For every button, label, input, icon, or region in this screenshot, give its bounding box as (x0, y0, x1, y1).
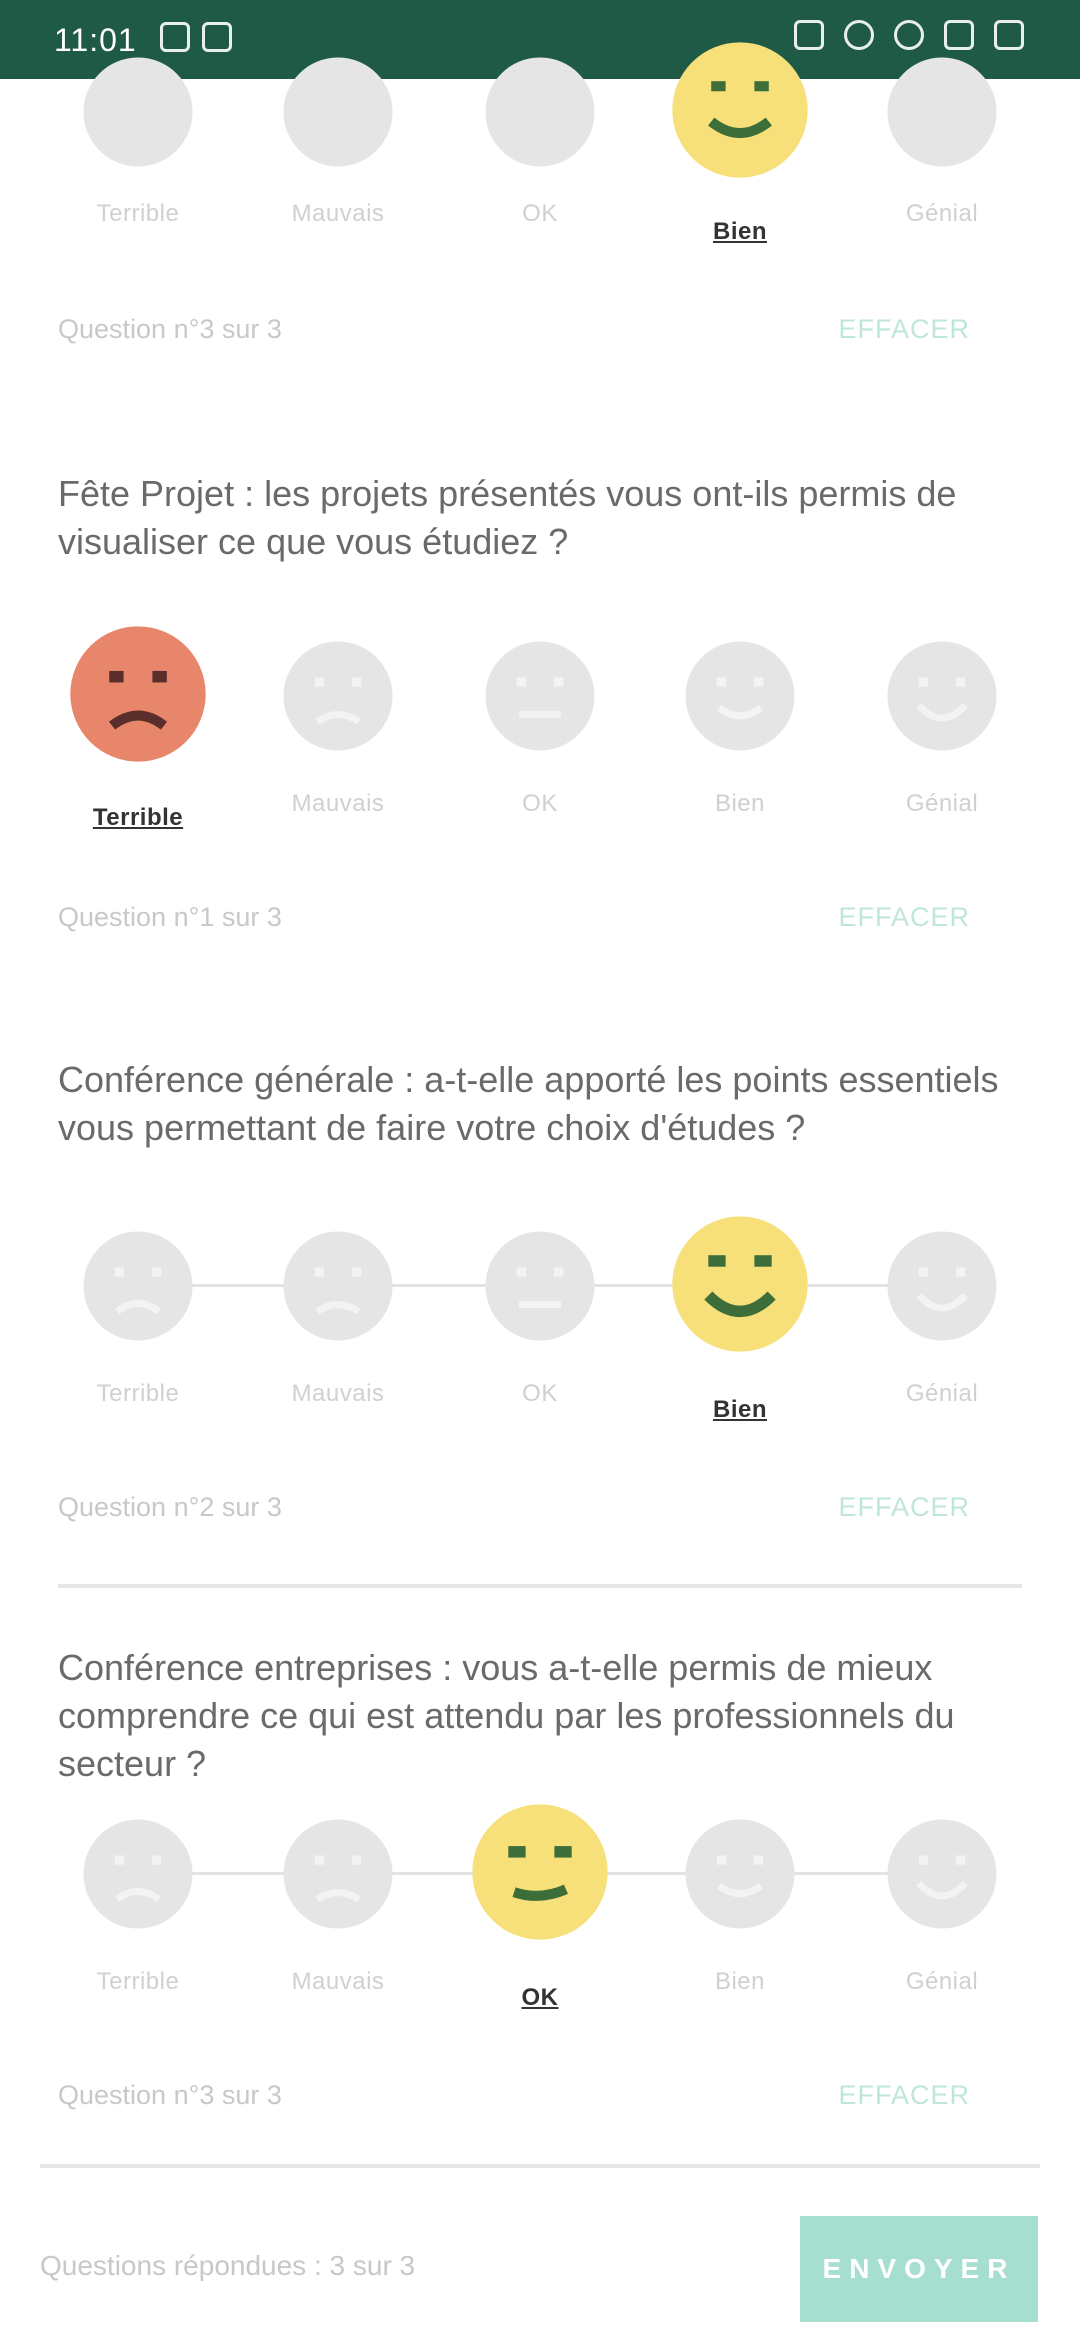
rating-option-genial[interactable] (884, 1228, 1000, 1344)
smile-face-icon (685, 641, 795, 751)
sad-face-icon (283, 1819, 393, 1929)
rating-label: Mauvais (291, 790, 385, 817)
question-text: Conférence générale : a-t-elle apporté l… (58, 1059, 999, 1148)
question-text: Conférence entreprises : vous a-t-elle p… (58, 1647, 955, 1784)
rating-option-ok[interactable] (482, 1228, 598, 1344)
divider (40, 2164, 1040, 2168)
rating-option-genial[interactable] (884, 638, 1000, 754)
neutral-face-icon (485, 1231, 595, 1341)
rating-option-mauvais[interactable] (280, 1816, 396, 1932)
sad-face-icon (283, 57, 393, 167)
rating-label: Terrible (96, 1968, 180, 1995)
rating-option-bien[interactable] (668, 38, 812, 182)
rating-option-mauvais[interactable] (280, 638, 396, 754)
rating-label: Génial (905, 200, 979, 227)
happy-face-icon (887, 641, 997, 751)
neutral-face-icon (485, 641, 595, 751)
question-counter: Question n°2 sur 3 (58, 1492, 282, 1522)
rating-option-bien[interactable] (682, 1816, 798, 1932)
submit-button[interactable]: ENVOYER (800, 2216, 1038, 2322)
smile-face-icon (672, 42, 808, 178)
sad-face-icon (70, 626, 206, 762)
rating-label: Terrible (96, 1380, 180, 1407)
question-counter: Question n°3 sur 3 (58, 314, 282, 344)
question-counter: Question n°3 sur 3 (58, 2080, 282, 2110)
clear-button[interactable]: EFFACER (838, 314, 970, 345)
rating-label: Génial (905, 1968, 979, 1995)
sad-face-icon (83, 1231, 193, 1341)
happy-face-icon (887, 1819, 997, 1929)
rating-label: Mauvais (291, 200, 385, 227)
rating-option-ok[interactable] (482, 54, 598, 170)
clear-button[interactable]: EFFACER (838, 1492, 970, 1523)
signal-icon (944, 20, 974, 50)
question-counter: Question n°1 sur 3 (58, 902, 282, 932)
rating-label-selected: OK (521, 1984, 559, 2011)
rating-label-selected: Bien (712, 218, 767, 245)
rating-option-ok[interactable] (468, 1800, 612, 1944)
battery-icon (994, 20, 1024, 50)
survey-page: 11:01 Terrible Mauvais OK Bien Génial Qu… (0, 0, 1080, 2340)
system-icons (794, 20, 1032, 50)
rating-option-bien[interactable] (682, 638, 798, 754)
rating-label: Bien (714, 1968, 766, 1995)
rating-label: OK (522, 1380, 558, 1407)
rating-option-mauvais[interactable] (280, 54, 396, 170)
neutral-face-icon (472, 1804, 608, 1940)
rating-option-terrible[interactable] (80, 1816, 196, 1932)
rating-label: Mauvais (291, 1968, 385, 1995)
alarm-icon (844, 20, 874, 50)
notification-icons (160, 22, 240, 57)
happy-face-icon (887, 57, 997, 167)
rating-option-bien[interactable] (668, 1212, 812, 1356)
rating-option-genial[interactable] (884, 1816, 1000, 1932)
sad-face-icon (283, 641, 393, 751)
smile-face-icon (685, 1819, 795, 1929)
rating-option-ok[interactable] (482, 638, 598, 754)
rating-option-mauvais[interactable] (280, 1228, 396, 1344)
smile-face-icon (672, 1216, 808, 1352)
divider (58, 1584, 1022, 1588)
rating-option-terrible[interactable] (80, 54, 196, 170)
answered-counter: Questions répondues : 3 sur 3 (40, 2250, 416, 2281)
rating-option-terrible[interactable] (80, 1228, 196, 1344)
notification-icon (160, 22, 190, 52)
happy-face-icon (887, 1231, 997, 1341)
rating-label: Bien (714, 790, 766, 817)
rating-label: Terrible (96, 200, 180, 227)
sad-face-icon (83, 57, 193, 167)
clear-button[interactable]: EFFACER (838, 902, 970, 933)
rating-label-selected: Terrible (92, 804, 184, 831)
rating-option-terrible[interactable] (66, 622, 210, 766)
rating-label: Génial (905, 1380, 979, 1407)
sad-face-icon (283, 1231, 393, 1341)
sad-face-icon (83, 1819, 193, 1929)
rating-label: Génial (905, 790, 979, 817)
rating-option-genial[interactable] (884, 54, 1000, 170)
question-text: Fête Projet : les projets présentés vous… (58, 473, 957, 562)
rating-label: OK (522, 200, 558, 227)
rating-label: Mauvais (291, 1380, 385, 1407)
neutral-face-icon (485, 57, 595, 167)
wifi-icon (894, 20, 924, 50)
clear-button[interactable]: EFFACER (838, 2080, 970, 2111)
rating-label: OK (522, 790, 558, 817)
rating-label-selected: Bien (712, 1396, 767, 1423)
notification-icon (202, 22, 233, 52)
